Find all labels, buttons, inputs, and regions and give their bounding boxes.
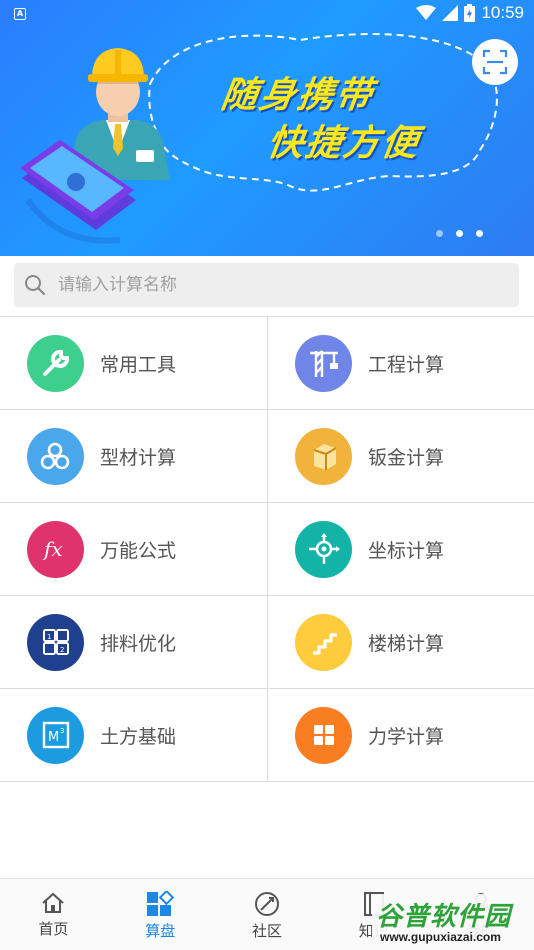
stairs-icon: [295, 613, 352, 671]
promo-banner[interactable]: A 10:59 随身携带 快捷方便: [0, 0, 534, 256]
tools-row: M3 土方基础 力学计算: [0, 689, 534, 782]
tool-label: 坐标计算: [368, 539, 445, 562]
tool-universal-formula[interactable]: fx 万能公式: [0, 503, 267, 595]
cubic-meter-icon: M3: [27, 706, 84, 764]
tool-sheet-metal-calc[interactable]: 钣金计算: [267, 410, 534, 502]
tool-profile-calc[interactable]: 型材计算: [0, 410, 267, 502]
carousel-indicator: [436, 230, 483, 237]
tool-stairs-calc[interactable]: 楼梯计算: [267, 596, 534, 688]
tool-label: 万能公式: [100, 539, 177, 562]
tool-earthwork-foundation[interactable]: M3 土方基础: [0, 689, 267, 781]
tool-label: 土方基础: [100, 725, 177, 748]
layout-grid-icon: 12: [27, 613, 84, 671]
banner-slogan-2: 快捷方便: [264, 123, 423, 164]
home-icon: [42, 892, 65, 913]
tool-label: 楼梯计算: [368, 632, 445, 655]
community-icon: [254, 892, 279, 916]
nav-community[interactable]: 社区: [214, 879, 321, 950]
nav-label: 首页: [38, 920, 69, 938]
sheet-metal-icon: [295, 427, 352, 485]
crane-icon: [295, 334, 352, 392]
scan-icon: [482, 49, 508, 75]
tool-label: 常用工具: [100, 353, 177, 376]
worker-illustration: [20, 33, 498, 244]
wrench-icon: [27, 334, 84, 392]
watermark-text: 谷普软件园: [376, 902, 512, 932]
nav-home[interactable]: 首页: [0, 879, 107, 950]
tool-engineering-calc[interactable]: 工程计算: [267, 317, 534, 409]
pipes-icon: [27, 427, 84, 485]
svg-text:2: 2: [60, 646, 64, 654]
tools-row: 型材计算 钣金计算: [0, 410, 534, 503]
app-screen: A 10:59 随身携带 快捷方便 请输入计算名称 常用工具 工程计算 型材计算…: [0, 0, 534, 950]
svg-text:3: 3: [60, 727, 64, 735]
tool-nesting-optimization[interactable]: 12 排料优化: [0, 596, 267, 688]
nav-label: 算盘: [145, 922, 176, 940]
watermark: 谷普软件园 www.gupuxiazai.com: [372, 894, 532, 948]
coordinate-icon: [295, 520, 352, 578]
tool-label: 排料优化: [100, 632, 177, 655]
watermark-url: www.gupuxiazai.com: [380, 930, 501, 944]
tool-mechanics-calc[interactable]: 力学计算: [267, 689, 534, 781]
tools-grid: 常用工具 工程计算 型材计算 钣金计算 fx 万能公式 坐标计算 1 2 排料优…: [0, 316, 534, 782]
carousel-dot[interactable]: [436, 230, 443, 237]
search-bar[interactable]: [14, 263, 519, 307]
carousel-dot[interactable]: [476, 230, 483, 237]
tool-label: 钣金计算: [368, 446, 445, 469]
tool-label: 型材计算: [100, 446, 177, 469]
svg-text:1: 1: [47, 633, 51, 641]
svg-text:fx: fx: [42, 537, 63, 561]
four-squares-icon: [295, 706, 352, 764]
carousel-dot-active[interactable]: [456, 230, 463, 237]
tool-label: 力学计算: [368, 725, 445, 748]
nav-label: 社区: [251, 922, 282, 940]
svg-text:M: M: [48, 730, 59, 745]
tools-row: 常用工具 工程计算: [0, 317, 534, 410]
scan-button[interactable]: [472, 39, 518, 85]
banner-slogan-1: 随身携带: [218, 75, 377, 116]
tool-common-tools[interactable]: 常用工具: [0, 317, 267, 409]
nav-abacus[interactable]: 算盘: [107, 879, 214, 950]
search-input[interactable]: [58, 275, 498, 295]
tool-label: 工程计算: [368, 353, 445, 376]
tools-row: fx 万能公式 坐标计算: [0, 503, 534, 596]
search-icon: [25, 275, 46, 296]
abacus-icon: [147, 891, 175, 916]
fx-icon: fx: [27, 520, 84, 578]
tool-coordinate-calc[interactable]: 坐标计算: [267, 503, 534, 595]
tools-row: 12 排料优化 楼梯计算: [0, 596, 534, 689]
